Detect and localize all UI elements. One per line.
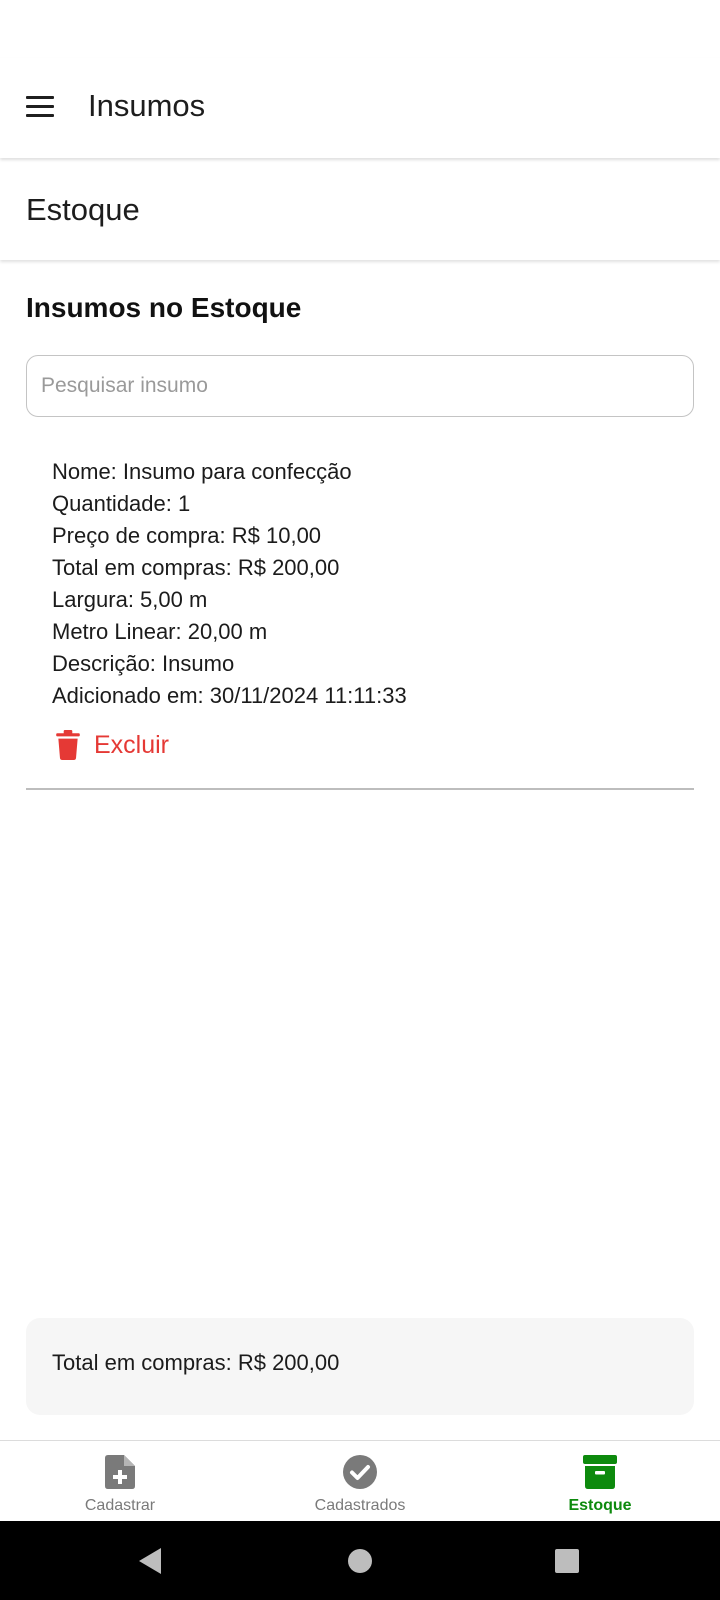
system-recents-button[interactable] [517, 1521, 617, 1600]
hamburger-menu-icon[interactable] [24, 94, 56, 120]
item-width: Largura: 5,00 m [52, 587, 208, 612]
app-screen: Insumos Estoque Insumos no Estoque Nome:… [0, 0, 720, 1600]
archive-box-icon [583, 1455, 617, 1489]
recents-square-icon [555, 1548, 579, 1573]
nav-tab-cadastrar[interactable]: Cadastrar [0, 1441, 240, 1522]
total-summary-text: Total em compras: R$ 200,00 [52, 1350, 340, 1375]
stock-item: Nome: Insumo para confecção Quantidade: … [52, 456, 692, 712]
status-bar [0, 0, 720, 58]
check-circle-icon [343, 1455, 377, 1489]
page-header: Estoque [0, 160, 720, 260]
nav-label-cadastrados: Cadastrados [314, 1497, 406, 1514]
search-input[interactable] [26, 355, 694, 417]
delete-label: Excluir [94, 730, 170, 759]
item-quantity: Quantidade: 1 [52, 491, 191, 516]
section-title: Insumos no Estoque [26, 292, 302, 323]
app-bar: Insumos [0, 58, 720, 158]
bottom-navigation: Cadastrar Cadastrados Estoque [0, 1440, 720, 1521]
nav-tab-estoque[interactable]: Estoque [480, 1441, 720, 1522]
trash-icon [56, 730, 80, 760]
nav-label-cadastrar: Cadastrar [84, 1497, 156, 1514]
app-title: Insumos [88, 88, 206, 123]
system-navigation-bar [0, 1521, 720, 1600]
item-description: Descrição: Insumo [52, 651, 235, 676]
nav-tab-cadastrados[interactable]: Cadastrados [240, 1441, 480, 1522]
item-total-purchases: Total em compras: R$ 200,00 [52, 555, 340, 580]
item-added-at: Adicionado em: 30/11/2024 11:11:33 [52, 683, 407, 708]
item-linear-meter: Metro Linear: 20,00 m [52, 619, 268, 644]
total-summary-card: Total em compras: R$ 200,00 [26, 1318, 694, 1415]
page-title: Estoque [26, 192, 140, 227]
item-divider [26, 788, 694, 790]
delete-button[interactable]: Excluir [54, 728, 169, 762]
item-name: Nome: Insumo para confecção [52, 459, 352, 484]
file-plus-icon [105, 1455, 135, 1489]
home-circle-icon [348, 1548, 372, 1573]
item-purchase-price: Preço de compra: R$ 10,00 [52, 523, 322, 548]
nav-label-estoque: Estoque [568, 1497, 632, 1514]
back-triangle-icon [139, 1547, 161, 1574]
system-back-button[interactable] [100, 1521, 200, 1600]
system-home-button[interactable] [310, 1521, 410, 1600]
